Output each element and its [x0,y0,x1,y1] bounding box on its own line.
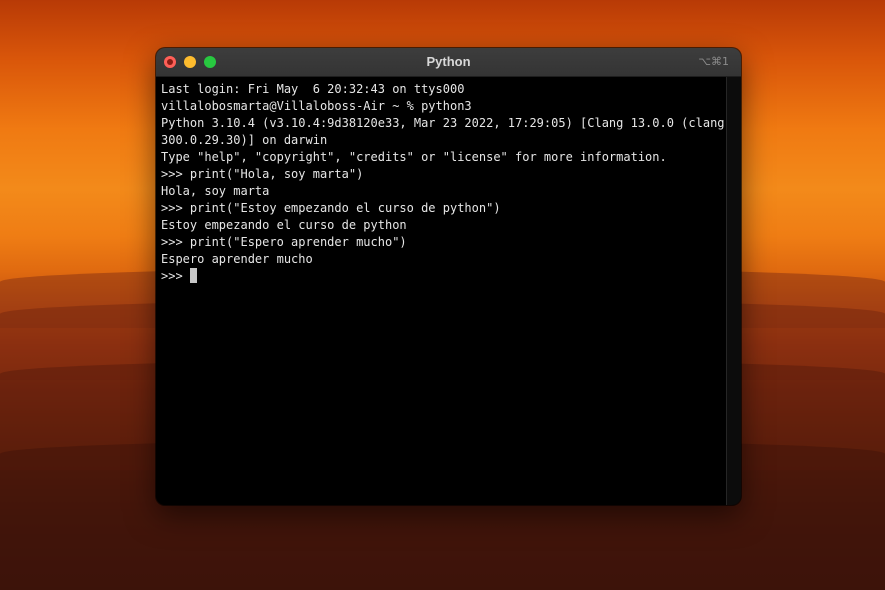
terminal-line: Last login: Fri May 6 20:32:43 on ttys00… [161,82,465,96]
scrollbar[interactable] [726,77,741,505]
text-cursor [189,268,197,283]
terminal-line: >>> print("Hola, soy marta") [161,167,364,181]
python-prompt: >>> [161,269,190,283]
terminal-window: Python ⌥⌘1 Last login: Fri May 6 20:32:4… [156,48,741,505]
terminal-line: Type "help", "copyright", "credits" or "… [161,150,667,164]
window-shortcut-label: ⌥⌘1 [698,55,729,68]
window-title: Python [426,54,471,69]
terminal-line: Estoy empezando el curso de python [161,218,407,232]
terminal-line: villalobosmarta@Villaloboss-Air ~ % pyth… [161,99,472,113]
terminal-line: 300.0.29.30)] on darwin [161,133,328,147]
terminal-line: >>> print("Estoy empezando el curso de p… [161,201,501,215]
terminal-line: Python 3.10.4 (v3.10.4:9d38120e33, Mar 2… [161,116,739,130]
terminal-output[interactable]: Last login: Fri May 6 20:32:43 on ttys00… [156,77,739,505]
terminal-line: >>> print("Espero aprender mucho") [161,235,407,249]
prompt-line[interactable]: >>> [161,268,726,285]
terminal-line: Espero aprender mucho [161,252,313,266]
title-bar[interactable]: Python ⌥⌘1 [156,48,741,77]
terminal-line: Hola, soy marta [161,184,270,198]
